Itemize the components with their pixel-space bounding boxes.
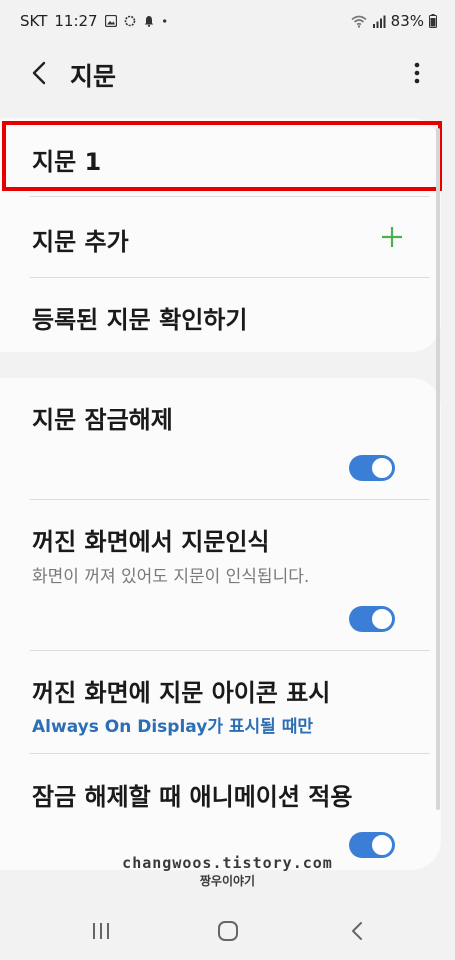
highlight-box: [2, 121, 442, 191]
signal-icon: [372, 15, 386, 28]
screen-off-recognition-label: 꺼진 화면에서 지문인식: [32, 528, 270, 556]
more-options-button[interactable]: [407, 56, 427, 90]
back-icon: [352, 922, 362, 940]
fingerprint-unlock-label: 지문 잠금해제: [32, 406, 173, 434]
unlock-animation-item[interactable]: 잠금 해제할 때 애니메이션 적용: [0, 754, 430, 870]
screen: SKT 11:27 83% 지문 지문 1 지문 추가 등록된 지문 확인하기 …: [0, 0, 455, 960]
fingerprint-unlock-toggle[interactable]: [349, 455, 395, 481]
scrollbar[interactable]: [436, 128, 440, 810]
battery-percent: 83%: [390, 12, 424, 30]
home-button[interactable]: [211, 914, 245, 948]
image-icon: [104, 15, 117, 27]
dot-icon: [162, 19, 166, 23]
chevron-left-icon: [32, 61, 46, 85]
clock: 11:27: [54, 12, 98, 30]
recents-button[interactable]: [84, 914, 118, 948]
toggle-knob: [370, 607, 394, 631]
plus-icon: [382, 227, 402, 247]
screen-off-recognition-item[interactable]: 꺼진 화면에서 지문인식 화면이 꺼져 있어도 지문이 인식됩니다.: [0, 500, 430, 650]
show-fingerprint-icon-item[interactable]: 꺼진 화면에 지문 아이콘 표시 Always On Display가 표시될 …: [0, 651, 430, 753]
page-title: 지문: [70, 62, 117, 91]
toggle-knob: [370, 456, 394, 480]
carrier-label: SKT: [20, 12, 48, 30]
bell-icon: [144, 16, 153, 27]
screen-off-recognition-toggle[interactable]: [349, 606, 395, 632]
watermark-name: 짱우이야기: [199, 874, 256, 888]
show-fingerprint-icon-label: 꺼진 화면에 지문 아이콘 표시: [32, 679, 331, 707]
unlock-animation-label: 잠금 해제할 때 애니메이션 적용: [32, 783, 353, 811]
more-vertical-icon: [414, 62, 420, 84]
battery-icon: [429, 14, 437, 28]
navigation-bar: [0, 900, 455, 960]
check-fingerprints-label: 등록된 지문 확인하기: [32, 306, 248, 334]
sync-icon: [124, 15, 135, 27]
fingerprint-settings-card: 지문 잠금해제 꺼진 화면에서 지문인식 화면이 꺼져 있어도 지문이 인식됩니…: [0, 378, 441, 870]
app-bar: 지문: [0, 44, 455, 102]
status-bar: SKT 11:27 83%: [0, 0, 455, 44]
recents-icon: [93, 923, 109, 939]
back-button[interactable]: [22, 56, 56, 90]
nav-back-button[interactable]: [340, 914, 374, 948]
watermark-url: changwoos.tistory.com: [122, 854, 333, 872]
add-fingerprint-label: 지문 추가: [32, 228, 129, 256]
show-fingerprint-icon-subtitle[interactable]: Always On Display가 표시될 때만: [32, 712, 313, 737]
wifi-icon: [351, 15, 367, 28]
fingerprint-unlock-item[interactable]: 지문 잠금해제: [0, 378, 430, 498]
home-icon: [218, 921, 238, 941]
add-fingerprint-item[interactable]: 지문 추가: [0, 197, 430, 277]
check-fingerprints-item[interactable]: 등록된 지문 확인하기: [0, 278, 430, 352]
screen-off-recognition-subtitle: 화면이 꺼져 있어도 지문이 인식됩니다.: [32, 567, 310, 587]
